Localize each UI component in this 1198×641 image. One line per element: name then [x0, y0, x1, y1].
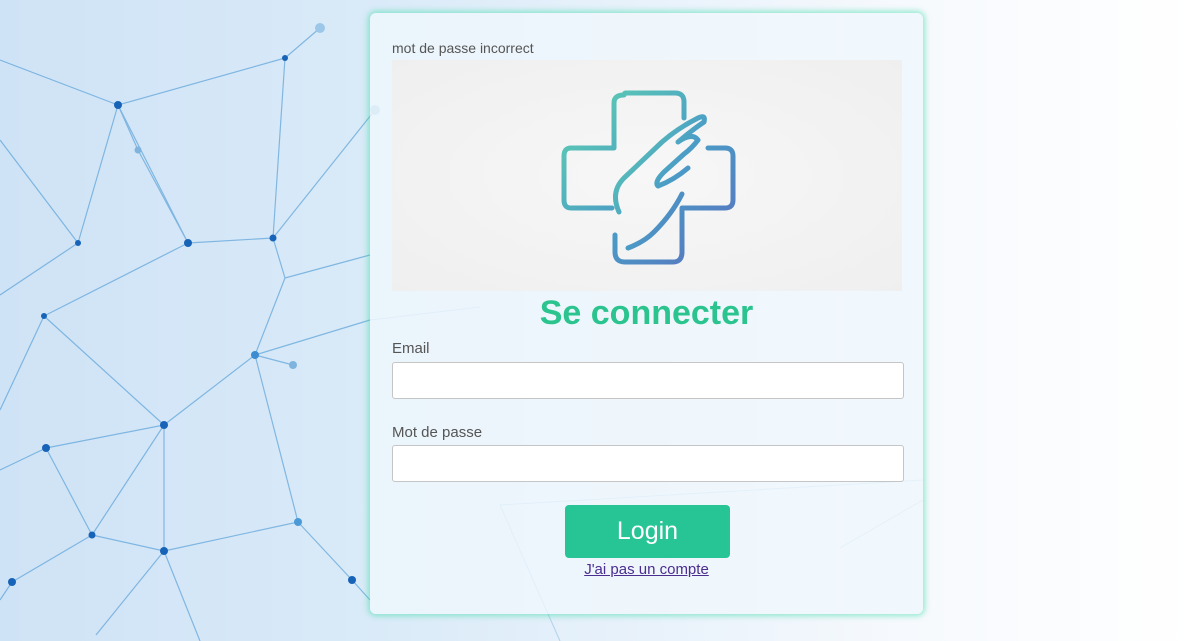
email-field[interactable]	[392, 362, 904, 399]
page-title: Se connecter	[539, 294, 754, 332]
medical-cross-hand-icon	[561, 90, 736, 265]
password-label: Mot de passe	[392, 424, 483, 441]
login-button[interactable]: Login	[565, 505, 730, 558]
login-card: mot de passe incorrect Se connecter Emai…	[370, 13, 923, 614]
register-link[interactable]: J'ai pas un compte	[584, 561, 709, 578]
register-link-container: J'ai pas un compte	[370, 561, 923, 578]
error-message: mot de passe incorrect	[392, 40, 534, 56]
password-field[interactable]	[392, 445, 904, 482]
email-label: Email	[392, 340, 430, 357]
logo-banner	[392, 60, 902, 291]
